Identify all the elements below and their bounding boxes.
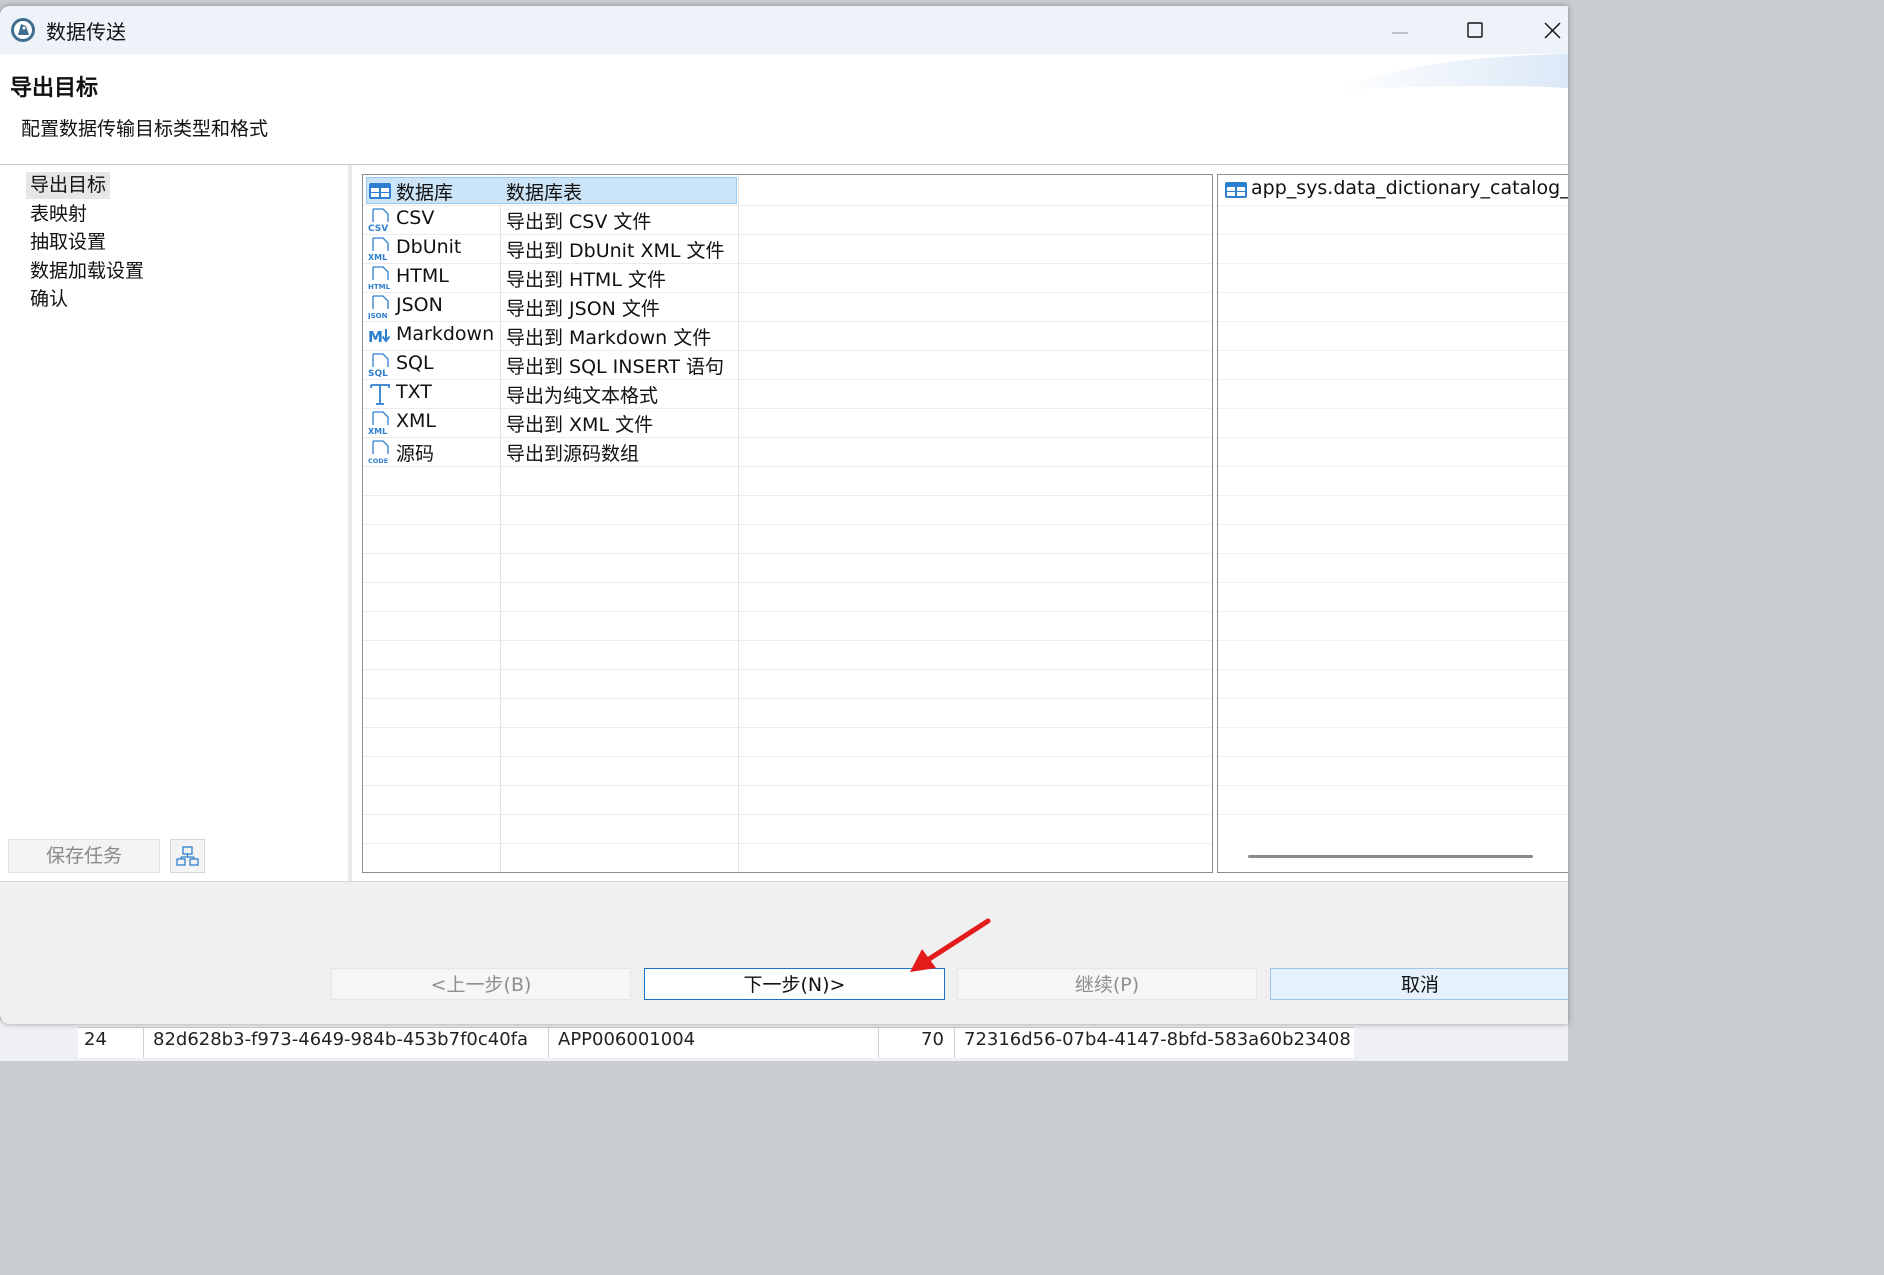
svg-text:XML: XML — [368, 427, 387, 435]
source-table-name: app_sys.data_dictionary_catalog_s — [1251, 177, 1568, 199]
target-type-list: 数据库 数据库表 CSV CSV 导出到 CSV 文件 XML DbUnit 导… — [362, 174, 1213, 873]
target-name: JSON — [396, 294, 443, 316]
app-icon — [10, 17, 36, 43]
nav-item-table-mapping[interactable]: 表映射 — [26, 201, 91, 228]
svg-text:JSON: JSON — [368, 312, 388, 319]
target-name: Markdown — [396, 323, 495, 345]
target-description: 导出到 HTML 文件 — [506, 269, 666, 291]
target-description: 导出到 CSV 文件 — [506, 211, 652, 233]
list-item-json[interactable]: JSON JSON 导出到 JSON 文件 — [363, 292, 743, 321]
target-description: 数据库表 — [506, 182, 583, 204]
sql-file-icon: SQL — [368, 353, 392, 377]
maximize-button[interactable] — [1459, 14, 1491, 46]
target-description: 导出到 XML 文件 — [506, 414, 654, 436]
wizard-nav: 导出目标 表映射 抽取设置 数据加载设置 确认 — [0, 165, 348, 881]
close-button[interactable] — [1536, 14, 1568, 46]
svg-text:CSV: CSV — [368, 224, 388, 232]
target-name: CSV — [396, 207, 435, 229]
target-description: 导出为纯文本格式 — [506, 385, 659, 407]
continue-button[interactable]: 继续(P) — [957, 968, 1257, 1000]
table-cell: 24 — [84, 1029, 107, 1050]
wizard-footer — [0, 881, 1568, 1024]
table-cell: 72316d56-07b4-4147-8bfd-583a60b23408 — [964, 1029, 1351, 1050]
target-name: SQL — [396, 352, 434, 374]
header-decoration — [1338, 54, 1568, 99]
list-item-database[interactable]: 数据库 数据库表 — [363, 176, 743, 205]
minimize-button[interactable] — [1384, 14, 1416, 46]
save-task-button[interactable]: 保存任务 — [8, 839, 160, 873]
target-description: 导出到 DbUnit XML 文件 — [506, 240, 725, 262]
table-cell: 70 — [921, 1029, 944, 1050]
source-table-panel: app_sys.data_dictionary_catalog_s — [1217, 174, 1568, 873]
table-cell: 82d628b3-f973-4649-984b-453b7f0c40fa — [153, 1029, 529, 1050]
database-table-icon — [1224, 179, 1248, 201]
list-item-csv[interactable]: CSV CSV 导出到 CSV 文件 — [363, 205, 743, 234]
target-name: 源码 — [396, 443, 435, 465]
list-item-html[interactable]: HTML HTML 导出到 HTML 文件 — [363, 263, 743, 292]
list-item-source-code[interactable]: CODE 源码 导出到源码数组 — [363, 437, 743, 466]
csv-file-icon: CSV — [368, 208, 392, 232]
list-item-sql[interactable]: SQL SQL 导出到 SQL INSERT 语句 — [363, 350, 743, 379]
list-item-txt[interactable]: TXT 导出为纯文本格式 — [363, 379, 743, 408]
cancel-button[interactable]: 取消 — [1270, 968, 1568, 1000]
panel-splitter[interactable] — [348, 165, 352, 881]
target-description: 导出到 SQL INSERT 语句 — [506, 356, 725, 378]
list-item[interactable]: app_sys.data_dictionary_catalog_s — [1218, 175, 1568, 204]
wizard-header — [0, 54, 1568, 164]
list-item-dbunit[interactable]: XML DbUnit 导出到 DbUnit XML 文件 — [363, 234, 743, 263]
svg-text:HTML: HTML — [368, 283, 391, 290]
xml-file-icon: XML — [368, 237, 392, 261]
svg-text:XML: XML — [368, 253, 387, 261]
title-bar: 数据传送 — [0, 6, 1568, 54]
window-title: 数据传送 — [46, 20, 126, 44]
list-item-markdown[interactable]: M Markdown 导出到 Markdown 文件 — [363, 321, 743, 350]
text-icon — [368, 382, 392, 406]
target-description: 导出到源码数组 — [506, 443, 640, 465]
target-name: TXT — [396, 381, 432, 403]
markdown-icon: M — [368, 324, 392, 348]
database-table-icon — [368, 179, 392, 203]
task-manager-button[interactable] — [170, 839, 205, 873]
svg-text:M: M — [368, 328, 383, 346]
target-name: XML — [396, 410, 436, 432]
svg-text:SQL: SQL — [368, 369, 388, 377]
table-row: 24 82d628b3-f973-4649-984b-453b7f0c40fa … — [78, 1027, 1354, 1058]
red-arrow-annotation — [900, 918, 1000, 978]
json-file-icon: JSON — [368, 295, 392, 319]
nav-item-extraction-settings[interactable]: 抽取设置 — [26, 229, 110, 256]
background-table: 24 82d628b3-f973-4649-984b-453b7f0c40fa … — [0, 1020, 1568, 1061]
target-description: 导出到 Markdown 文件 — [506, 327, 712, 349]
nav-item-export-target[interactable]: 导出目标 — [26, 172, 111, 199]
target-name: DbUnit — [396, 236, 462, 258]
nav-item-load-settings[interactable]: 数据加载设置 — [26, 258, 148, 285]
nav-item-confirm[interactable]: 确认 — [26, 286, 72, 313]
table-cell: APP006001004 — [558, 1029, 696, 1050]
task-tree-icon — [176, 846, 199, 866]
data-transfer-dialog: 数据传送 导出目标 配置数据传输目标类型和格式 导出目标 表映射 抽取设置 数据… — [0, 6, 1568, 1024]
page-title: 导出目标 — [10, 76, 99, 101]
page-subtitle: 配置数据传输目标类型和格式 — [21, 118, 269, 140]
list-item-xml[interactable]: XML XML 导出到 XML 文件 — [363, 408, 743, 437]
html-file-icon: HTML — [368, 266, 392, 290]
target-description: 导出到 JSON 文件 — [506, 298, 660, 320]
target-name: 数据库 — [396, 182, 454, 204]
xml-file-icon: XML — [368, 411, 392, 435]
code-file-icon: CODE — [368, 440, 392, 464]
target-name: HTML — [396, 265, 449, 287]
back-button[interactable]: <上一步(B) — [331, 968, 631, 1000]
horizontal-scrollbar[interactable] — [1248, 855, 1533, 858]
svg-text:CODE: CODE — [368, 457, 388, 464]
